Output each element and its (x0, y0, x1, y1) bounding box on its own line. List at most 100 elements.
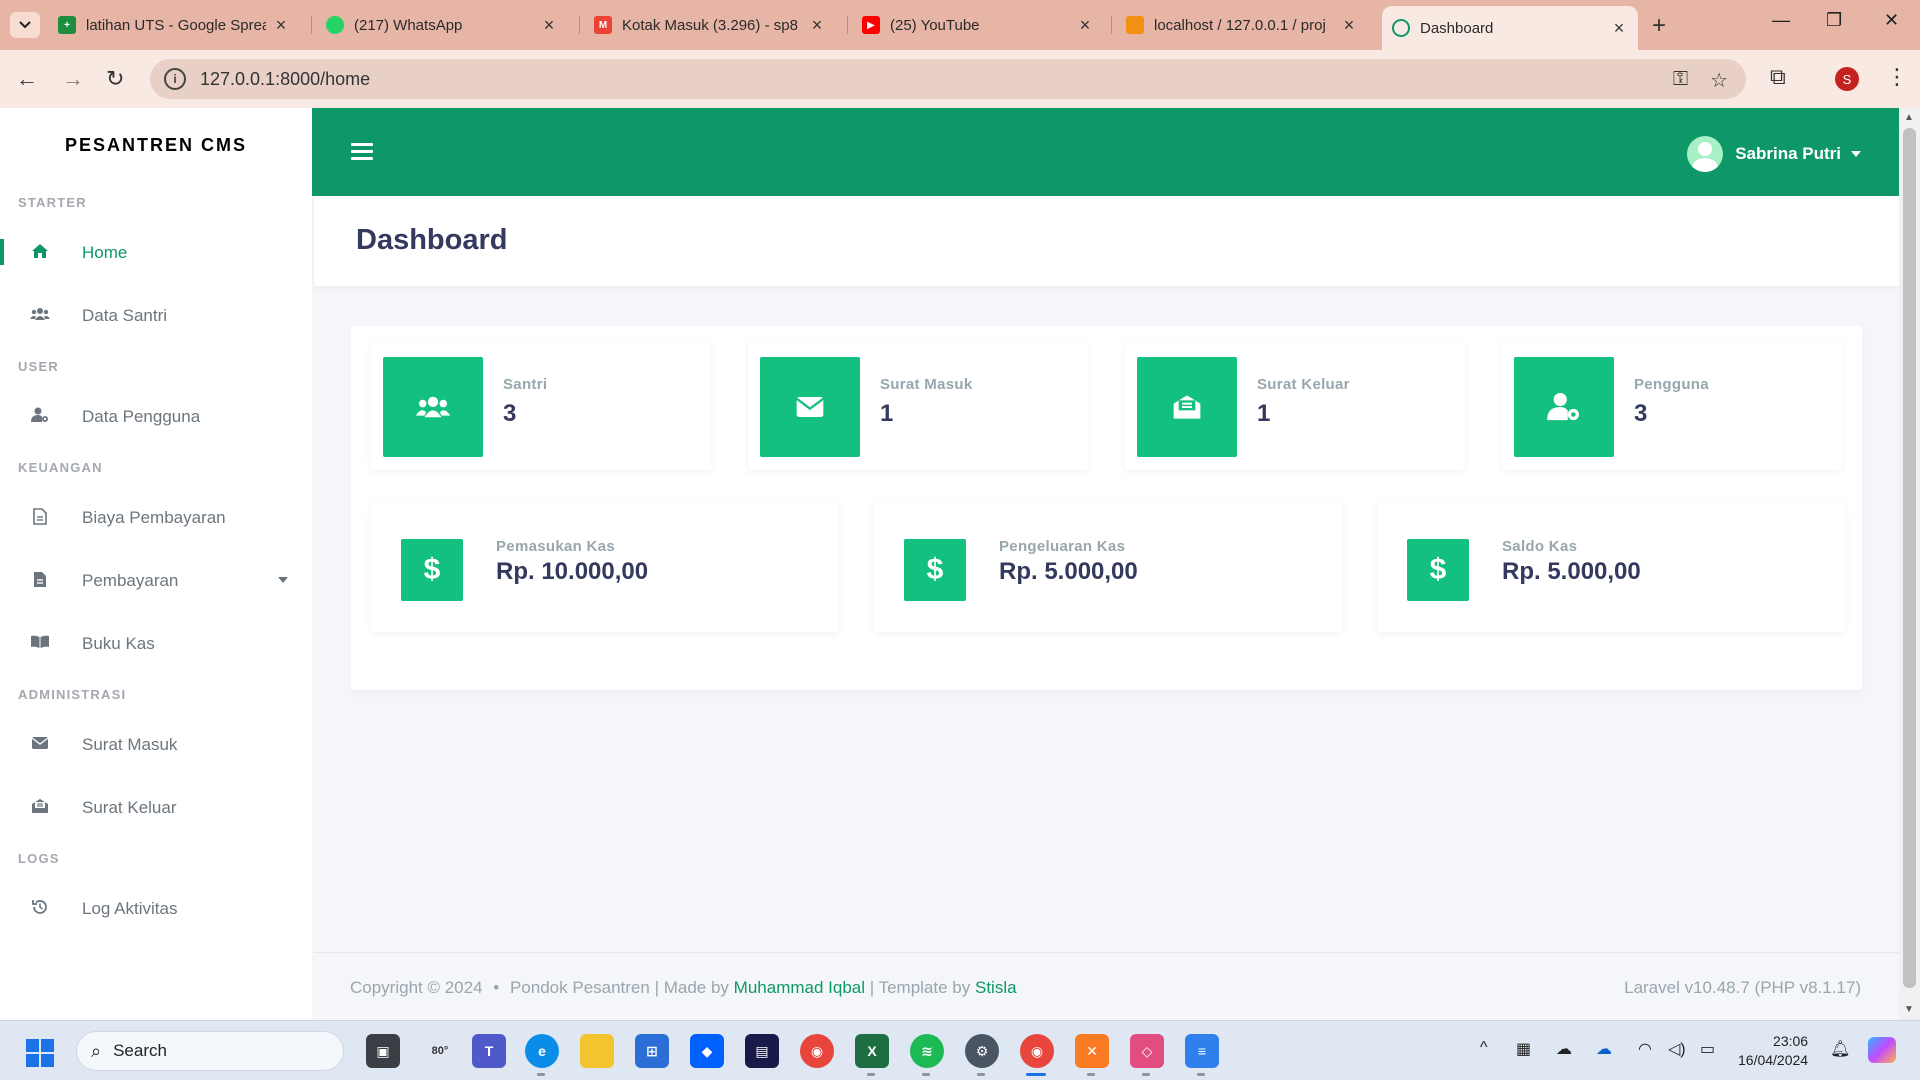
brand-title[interactable]: PESANTREN CMS (0, 108, 312, 183)
copyright-text: Copyright © 2024 (350, 978, 483, 997)
footer-bullet: • (493, 978, 500, 997)
volume-icon[interactable]: ◁) (1668, 1039, 1686, 1059)
copilot-icon[interactable] (1868, 1037, 1896, 1063)
task-view-icon[interactable]: ▣ (366, 1034, 400, 1068)
footer-left: Copyright © 2024 • Pondok Pesantren | Ma… (350, 978, 1017, 998)
excel-icon[interactable]: X (855, 1034, 889, 1068)
menu-header-logs: LOGS (18, 850, 60, 866)
stat-card-pengguna: Pengguna 3 (1502, 340, 1842, 470)
page-title: Dashboard (356, 224, 508, 256)
taskbar-clock[interactable]: 23:06 16/04/2024 (1738, 1032, 1808, 1070)
search-label: Search (113, 1041, 167, 1060)
address-bar[interactable]: i 127.0.0.1:8000/home ⚿ ☆ (150, 59, 1746, 99)
hamburger-menu-icon[interactable] (351, 143, 373, 164)
sidebar-item-biaya-pembayaran[interactable]: Biaya Pembayaran (0, 486, 312, 549)
template-link[interactable]: Stisla (975, 978, 1017, 997)
notification-bell-icon[interactable]: 🔔︎ (1830, 1039, 1850, 1059)
microsoft-store-icon[interactable]: ⊞ (635, 1034, 669, 1068)
sidebar-item-label: Log Aktivitas (82, 898, 178, 918)
scroll-down-icon[interactable]: ▼ (1904, 1004, 1914, 1015)
sidebar-item-pembayaran[interactable]: Pembayaran (0, 549, 312, 612)
tray-app-icon[interactable]: ▦ (1516, 1039, 1531, 1059)
page-scrollbar[interactable]: ▲ ▼ (1899, 108, 1920, 1020)
tab-search-button[interactable] (10, 12, 40, 38)
tray-chevron-icon[interactable]: ^ (1480, 1039, 1488, 1057)
sidebar-item-log-aktivitas[interactable]: Log Aktivitas (0, 877, 312, 940)
sidebar-item-label: Surat Keluar (82, 797, 177, 817)
scroll-up-icon[interactable]: ▲ (1904, 112, 1914, 123)
kas-label: Pengeluaran Kas (999, 538, 1126, 555)
url-text[interactable]: 127.0.0.1:8000/home (200, 69, 370, 90)
chrome-profile-icon[interactable]: ◉ (1020, 1034, 1054, 1068)
sidebar: PESANTREN CMS STARTER Home Data Santri U… (0, 108, 312, 1020)
users-icon (383, 357, 483, 457)
author-link[interactable]: Muhammad Iqbal (734, 978, 865, 997)
back-button[interactable]: ← (16, 66, 38, 92)
user-cog-icon (1514, 357, 1614, 457)
sidebar-item-buku-kas[interactable]: Buku Kas (0, 612, 312, 675)
close-tab-icon[interactable]: × (1610, 18, 1628, 39)
browser-tab[interactable]: ▶ (25) YouTube × (852, 8, 1104, 42)
stat-label: Surat Masuk (880, 376, 973, 393)
onedrive-icon[interactable]: ☁ (1596, 1039, 1612, 1059)
sidebar-item-surat-masuk[interactable]: Surat Masuk (0, 713, 312, 776)
reload-button[interactable]: ↻ (106, 66, 124, 92)
browser-tab[interactable]: (217) WhatsApp × (316, 8, 568, 42)
close-tab-icon[interactable]: × (272, 15, 290, 36)
xampp-icon[interactable]: ✕ (1075, 1034, 1109, 1068)
close-tab-icon[interactable]: × (540, 15, 558, 36)
windows-start-icon[interactable] (26, 1039, 54, 1067)
close-tab-icon[interactable]: × (1076, 15, 1094, 36)
spotify-icon[interactable]: ≋ (910, 1034, 944, 1068)
close-tab-icon[interactable]: × (1340, 15, 1358, 36)
battery-icon[interactable]: ▭ (1700, 1039, 1715, 1059)
wifi-icon[interactable]: ◠ (1638, 1039, 1652, 1059)
chrome-icon[interactable]: ◉ (800, 1034, 834, 1068)
figma-like-app-icon[interactable]: ◇ (1130, 1034, 1164, 1068)
dropbox-icon[interactable]: ◆ (690, 1034, 724, 1068)
stat-card-surat-keluar: Surat Keluar 1 (1125, 340, 1465, 470)
key-icon[interactable]: ⚿ (1673, 68, 1688, 93)
file-explorer-icon[interactable] (580, 1034, 614, 1068)
browser-tab-active[interactable]: Dashboard × (1382, 6, 1638, 50)
teams-icon[interactable]: T (472, 1034, 506, 1068)
settings-icon[interactable]: ⚙ (965, 1034, 999, 1068)
browser-tab[interactable]: + latihan UTS - Google Sprea × (48, 8, 300, 42)
envelope-open-icon (30, 798, 50, 817)
restore-button[interactable]: ❐ (1826, 10, 1842, 31)
scrollbar-thumb[interactable] (1903, 128, 1916, 988)
sidebar-item-surat-keluar[interactable]: Surat Keluar (0, 776, 312, 839)
close-tab-icon[interactable]: × (808, 15, 826, 36)
weather-icon[interactable]: 80° (414, 1034, 466, 1068)
weather-temp: 80° (431, 1045, 449, 1057)
browser-menu-icon[interactable]: ⋮ (1886, 64, 1908, 90)
forward-button[interactable]: → (62, 66, 84, 92)
edge-icon[interactable]: e (525, 1034, 559, 1068)
new-tab-button[interactable]: + (1652, 12, 1666, 40)
security-app-icon[interactable]: ▤ (745, 1034, 779, 1068)
user-dropdown[interactable]: Sabrina Putri (1687, 136, 1861, 172)
browser-tab[interactable]: localhost / 127.0.0.1 / proj × (1116, 8, 1368, 42)
minimize-button[interactable]: — (1772, 10, 1790, 31)
sidebar-item-data-santri[interactable]: Data Santri (0, 284, 312, 347)
notepad-icon[interactable]: ≡ (1185, 1034, 1219, 1068)
cloud-icon[interactable]: ☁ (1556, 1039, 1572, 1059)
sidebar-item-label: Data Pengguna (82, 406, 201, 426)
star-icon[interactable]: ☆ (1710, 68, 1728, 93)
file-icon (30, 507, 50, 528)
close-window-button[interactable]: ✕ (1884, 10, 1899, 31)
user-cog-icon (30, 407, 50, 426)
whatsapp-icon (326, 16, 344, 34)
caret-down-icon[interactable] (278, 577, 288, 583)
sidebar-item-data-pengguna[interactable]: Data Pengguna (0, 385, 312, 448)
envelope-open-icon (1137, 357, 1237, 457)
dollar-icon: $ (904, 539, 966, 601)
extensions-icon[interactable]: ⧉ (1770, 64, 1786, 90)
envelope-icon (760, 357, 860, 457)
kas-value: Rp. 5.000,00 (999, 558, 1138, 585)
site-info-icon[interactable]: i (164, 68, 186, 90)
taskbar-search[interactable]: ⌕ Search (76, 1031, 344, 1071)
sidebar-item-home[interactable]: Home (0, 221, 312, 284)
browser-tab[interactable]: M Kotak Masuk (3.296) - sp8 × (584, 8, 836, 42)
profile-avatar[interactable]: S (1835, 67, 1859, 91)
